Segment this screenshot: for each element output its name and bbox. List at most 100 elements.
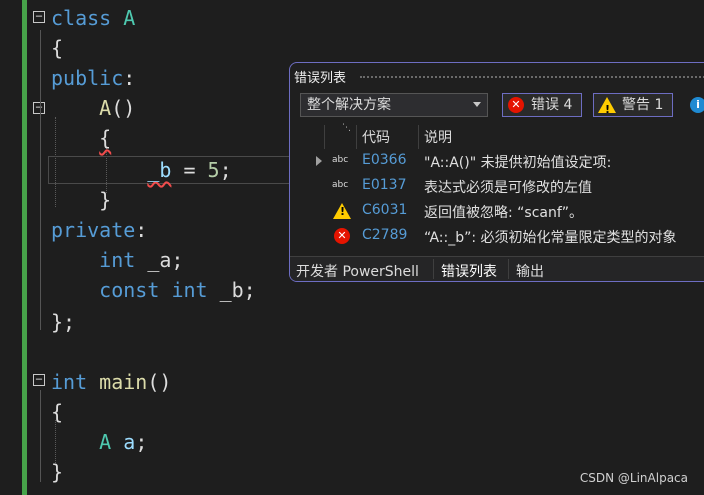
drag-handle[interactable]: [360, 76, 704, 78]
code-line[interactable]: const int _b;: [51, 275, 256, 305]
change-tracking-bar: [22, 0, 27, 495]
code-token: int: [171, 278, 208, 302]
code-line[interactable]: int main(): [51, 367, 171, 397]
warning-icon-mark: !: [340, 205, 346, 218]
code-token: A: [99, 430, 112, 454]
tab-separator: [433, 259, 434, 279]
expand-arrow-icon[interactable]: [316, 156, 322, 166]
code-token: {: [51, 36, 64, 60]
column-separator: [324, 125, 325, 149]
error-row[interactable]: abc E0137 表达式必须是可修改的左值: [290, 175, 704, 200]
error-code[interactable]: C6031: [362, 202, 407, 218]
error-description: 返回值被忽略: “scanf”。: [424, 205, 584, 221]
code-line[interactable]: {: [51, 397, 63, 427]
panel-tab-strip: 开发者 PowerShell 错误列表 输出: [290, 256, 704, 281]
code-token: {: [51, 400, 64, 424]
code-line[interactable]: int _a;: [51, 245, 183, 275]
error-row[interactable]: ! C6031 返回值被忽略: “scanf”。: [290, 200, 704, 225]
fold-toggle-ctor[interactable]: −: [33, 101, 45, 114]
column-separator: [418, 125, 419, 149]
code-line[interactable]: {: [51, 123, 111, 153]
fold-toggle-main[interactable]: −: [33, 373, 45, 386]
code-token: main: [99, 370, 148, 394]
code-token: int: [51, 370, 88, 394]
error-description: "A::A()" 未提供初始值设定项:: [424, 155, 612, 171]
error-description: 表达式必须是可修改的左值: [424, 180, 592, 196]
code-token: public: [51, 66, 124, 90]
code-token: :: [123, 66, 136, 90]
error-code[interactable]: C2789: [362, 227, 407, 243]
code-line[interactable]: private:: [51, 215, 147, 245]
code-token: class: [51, 6, 124, 30]
code-token: const: [99, 278, 160, 302]
intellisense-abc-icon: abc: [332, 155, 349, 165]
scope-dropdown[interactable]: 整个解决方案: [300, 93, 488, 117]
code-token: (): [147, 370, 172, 394]
error-icon: ✕: [508, 97, 524, 113]
code-token: A: [123, 6, 136, 30]
code-line[interactable]: A(): [51, 93, 135, 123]
code-line[interactable]: public:: [51, 63, 135, 93]
watermark: CSDN @LinAlpaca: [579, 471, 688, 485]
code-line[interactable]: };: [51, 307, 75, 337]
error-code[interactable]: E0366: [362, 152, 406, 168]
error-list-panel: 错误列表 整个解决方案 ✕ 错误 4 ! 警告 1 i ⋱ 代码 说明 abc E…: [289, 62, 704, 282]
column-separator: [356, 125, 357, 149]
code-token: ;: [135, 430, 148, 454]
tab-separator: [508, 259, 509, 279]
error-row[interactable]: abc E0366 "A::A()" 未提供初始值设定项:: [290, 150, 704, 175]
code-token: };: [51, 310, 76, 334]
errors-filter-label: 错误 4: [531, 97, 573, 113]
code-token: }: [99, 188, 112, 212]
sort-icon[interactable]: ⋱: [342, 123, 351, 133]
panel-title: 错误列表: [294, 71, 347, 86]
code-token: 5: [207, 158, 220, 182]
column-header-code[interactable]: 代码: [362, 127, 390, 147]
tab-output[interactable]: 输出: [516, 261, 544, 281]
code-token: =: [171, 158, 208, 182]
code-line[interactable]: }: [51, 457, 63, 487]
error-row[interactable]: ✕ C2789 “A::_b”: 必须初始化常量限定类型的对象: [290, 225, 704, 250]
code-token: ;: [219, 158, 232, 182]
chevron-down-icon: [473, 102, 481, 107]
errors-filter-button[interactable]: ✕ 错误 4: [502, 93, 582, 117]
code-token: :: [135, 218, 148, 242]
tab-developer-powershell[interactable]: 开发者 PowerShell: [296, 261, 419, 281]
code-token: _b;: [207, 278, 256, 302]
code-token: {: [99, 126, 112, 150]
code-token: private: [51, 218, 136, 242]
code-line[interactable]: class A: [51, 3, 135, 33]
fold-line: [40, 30, 41, 330]
code-token: _b: [147, 158, 172, 182]
fold-toggle-class[interactable]: −: [33, 10, 45, 23]
code-line[interactable]: }: [51, 185, 111, 215]
warning-icon-mark: !: [605, 103, 611, 116]
code-token: int: [99, 248, 136, 272]
scope-value: 整个解决方案: [307, 97, 391, 113]
info-icon[interactable]: i: [690, 97, 704, 113]
column-header-description[interactable]: 说明: [424, 127, 452, 147]
code-line[interactable]: A a;: [51, 427, 147, 457]
code-token: _a;: [135, 248, 184, 272]
tab-error-list[interactable]: 错误列表: [441, 261, 497, 281]
warnings-filter-label: 警告 1: [622, 97, 664, 113]
code-token: A: [99, 96, 112, 120]
code-line[interactable]: {: [51, 33, 63, 63]
code-token: (): [111, 96, 136, 120]
warnings-filter-button[interactable]: ! 警告 1: [593, 93, 673, 117]
code-token: }: [51, 460, 64, 484]
error-code[interactable]: E0137: [362, 177, 406, 193]
code-line[interactable]: _b = 5;: [51, 155, 232, 185]
error-description: “A::_b”: 必须初始化常量限定类型的对象: [424, 230, 677, 246]
error-icon: ✕: [334, 228, 350, 244]
